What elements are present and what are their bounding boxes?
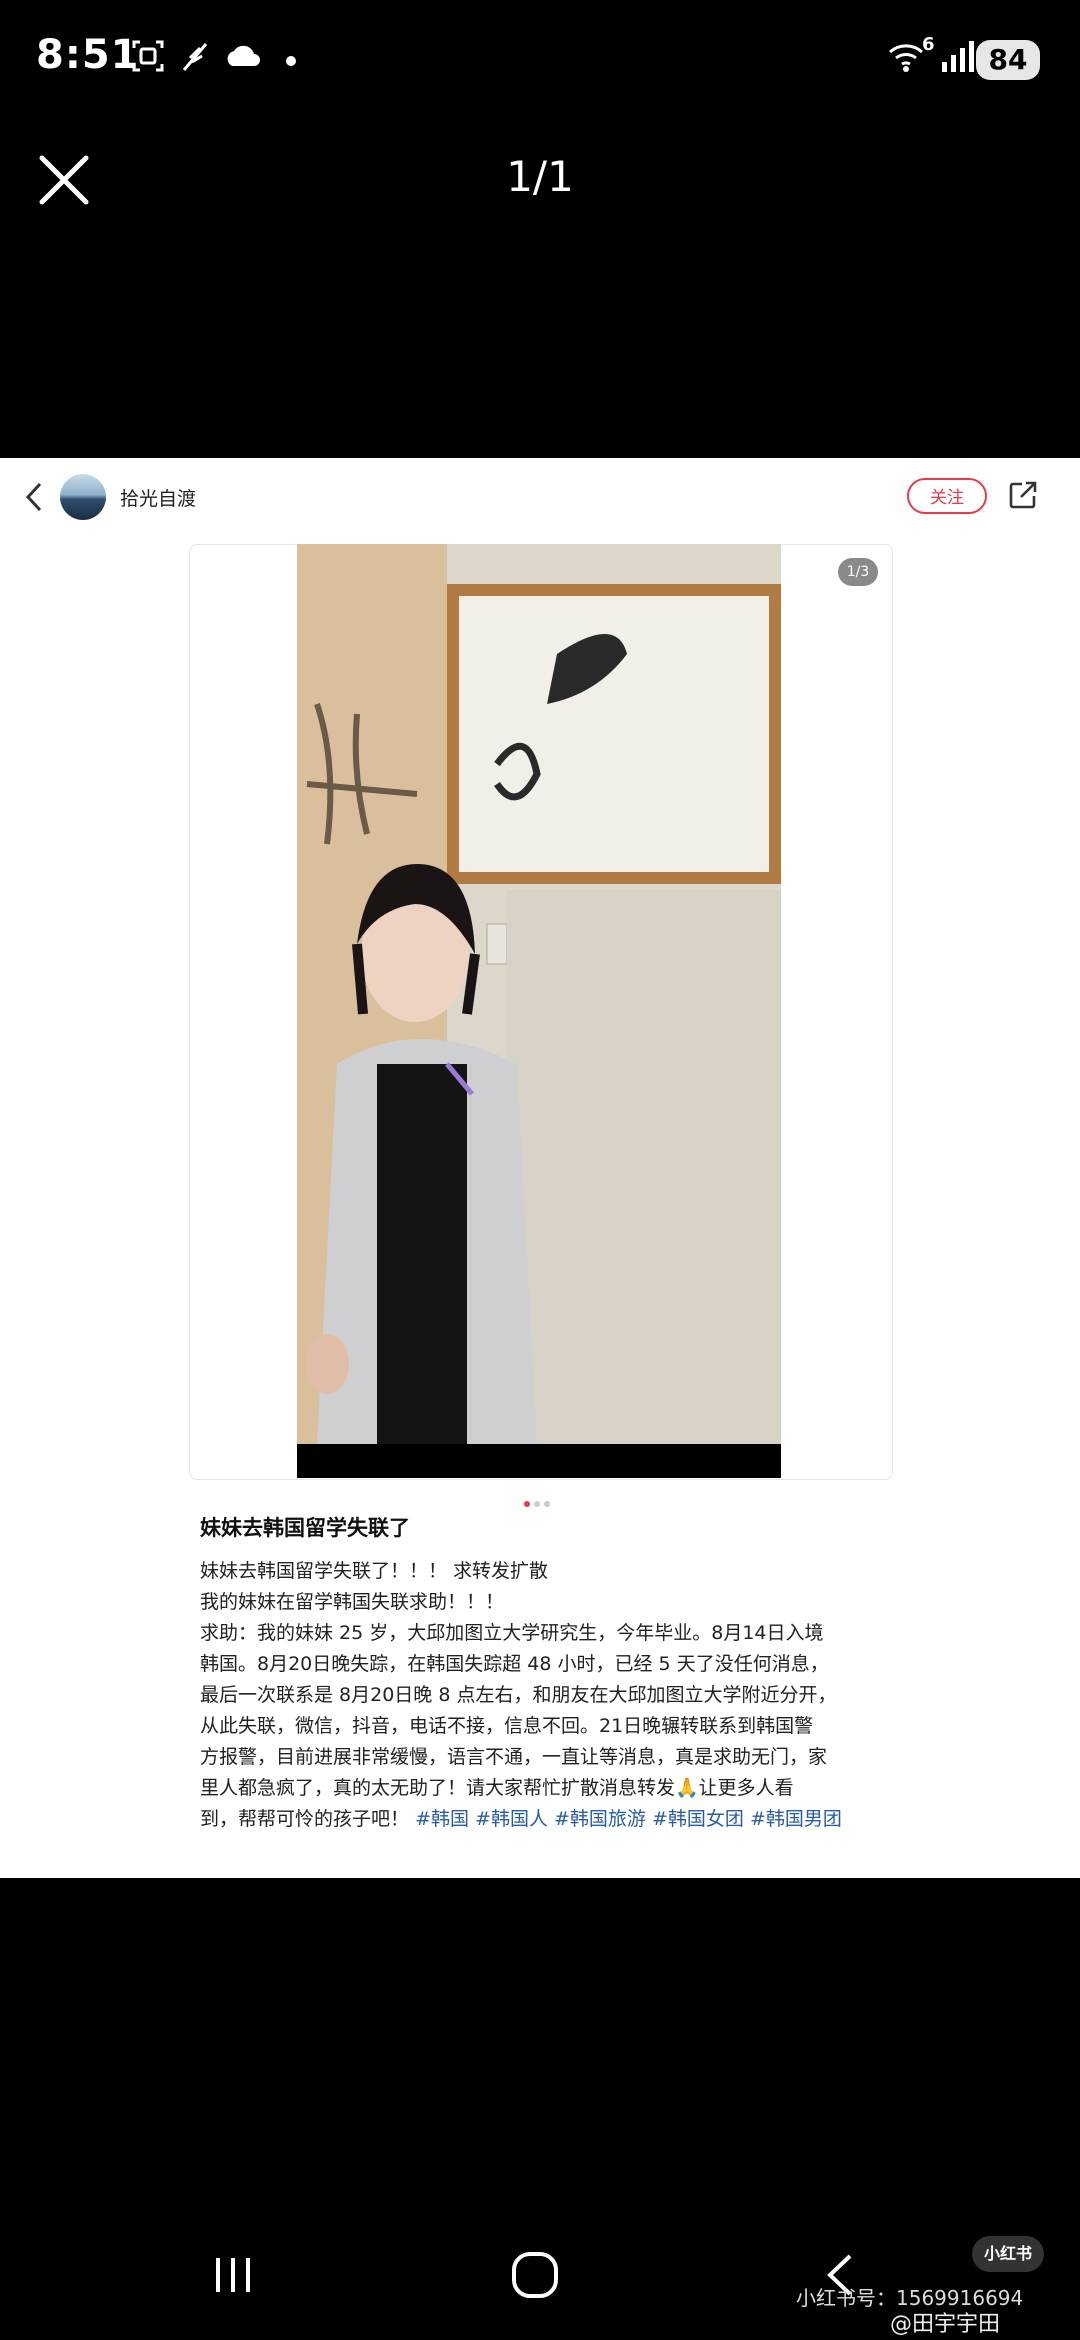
post-screenshot: 拾光自渡 关注 1/3 妹妹去韩国留学失联了 妹妹去韩国留学失联了！！！ 求转发… [0, 458, 1080, 1878]
hashtag[interactable]: #韩国 [415, 1808, 469, 1830]
weibo-watermark: @田宇宇田 [890, 2312, 1001, 2337]
image-page-indicator: 1/3 [838, 558, 878, 586]
avatar[interactable] [60, 474, 106, 520]
post-line-last: 到，帮帮可怜的孩子吧！ #韩国 #韩国人 #韩国旅游 #韩国女团 #韩国男团 [200, 1804, 900, 1835]
post-line: 妹妹去韩国留学失联了！！！ 求转发扩散 [200, 1560, 549, 1582]
image-counter: 1/1 [506, 152, 574, 201]
post-line: 里人都急疯了，真的太无助了！请大家帮忙扩散消息转发🙏让更多人看 [200, 1777, 794, 1799]
hashtag[interactable]: #韩国人 [475, 1808, 548, 1830]
carousel-dot [534, 1501, 540, 1507]
network-badge: 6 [922, 34, 935, 55]
author-name[interactable]: 拾光自渡 [120, 484, 196, 511]
status-bar: 8:51 6 84 [0, 0, 1080, 120]
notification-dot [286, 56, 296, 66]
hashtag[interactable]: #韩国女团 [652, 1808, 744, 1830]
hashtag[interactable]: #韩国男团 [750, 1808, 842, 1830]
battery-indicator: 84 [976, 40, 1040, 80]
share-icon[interactable] [1008, 480, 1038, 510]
post-line: 最后一次联系是 8月20日晚 8 点左右，和朋友在大邱加图立大学附近分开， [200, 1684, 837, 1706]
xiaohongshu-logo: 小红书 [972, 2236, 1044, 2272]
hashtag[interactable]: #韩国旅游 [554, 1808, 646, 1830]
cloud-icon [227, 45, 260, 66]
post-line: 求助：我的妹妹 25 岁，大邱加图立大学研究生，今年毕业。8月14日入境 [200, 1622, 824, 1644]
home-icon[interactable] [510, 2250, 560, 2300]
post-line: 从此失联，微信，抖音，电话不接，信息不回。21日晚辗转联系到韩国警 [200, 1715, 814, 1737]
post-line: 韩国。8月20日晚失踪，在韩国失踪超 48 小时，已经 5 天了没任何消息， [200, 1653, 829, 1675]
carousel-dot-active [524, 1501, 530, 1507]
carousel-dots [524, 1492, 554, 1511]
follow-button[interactable]: 关注 [907, 478, 987, 514]
feather-icon [182, 43, 208, 71]
screenshot-icon [132, 40, 164, 72]
signal-icon [942, 41, 974, 72]
post-line: 我的妹妹在留学韩国失联求助！！！ [200, 1591, 505, 1613]
post-title: 妹妹去韩国留学失联了 [200, 1516, 410, 1540]
post-body: 妹妹去韩国留学失联了！！！ 求转发扩散 我的妹妹在留学韩国失联求助！！！ 求助：… [200, 1556, 900, 1835]
post-photo[interactable] [297, 544, 781, 1478]
chevron-left-icon[interactable] [22, 480, 46, 514]
carousel-dot [544, 1501, 550, 1507]
photo-illustration [297, 544, 781, 1478]
post-line: 方报警，目前进展非常缓慢，语言不通，一直让等消息，真是求助无门，家 [200, 1746, 828, 1768]
post-line-text: 到，帮帮可怜的孩子吧！ [200, 1808, 410, 1830]
recents-icon[interactable] [208, 2250, 258, 2300]
status-time: 8:51 [36, 32, 140, 78]
